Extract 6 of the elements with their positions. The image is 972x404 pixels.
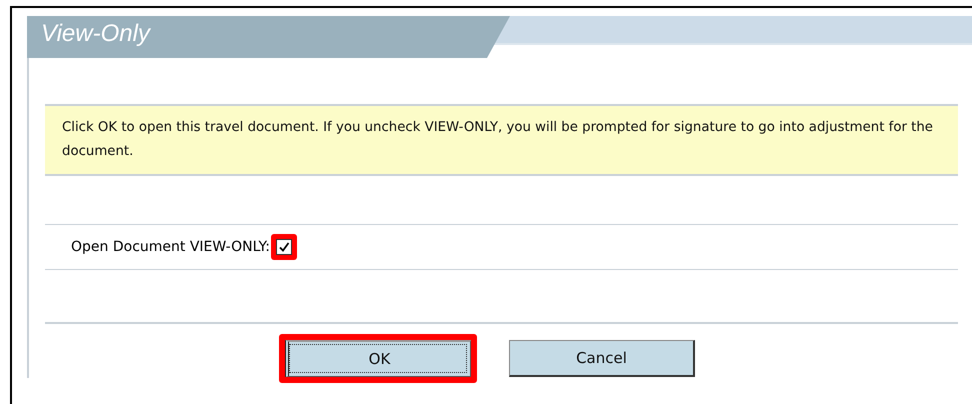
ok-button[interactable]: OK [285, 340, 471, 377]
notice-text: Click OK to open this travel document. If you uncheck VIEW-ONLY, you will be prompted for signature to go into adjustment for the document. [62, 120, 933, 159]
view-only-checkbox[interactable] [276, 239, 292, 255]
dialog-title: View-Only [41, 20, 150, 47]
option-label: Open Document VIEW-ONLY: [71, 239, 270, 255]
cancel-button[interactable]: Cancel [509, 340, 695, 377]
